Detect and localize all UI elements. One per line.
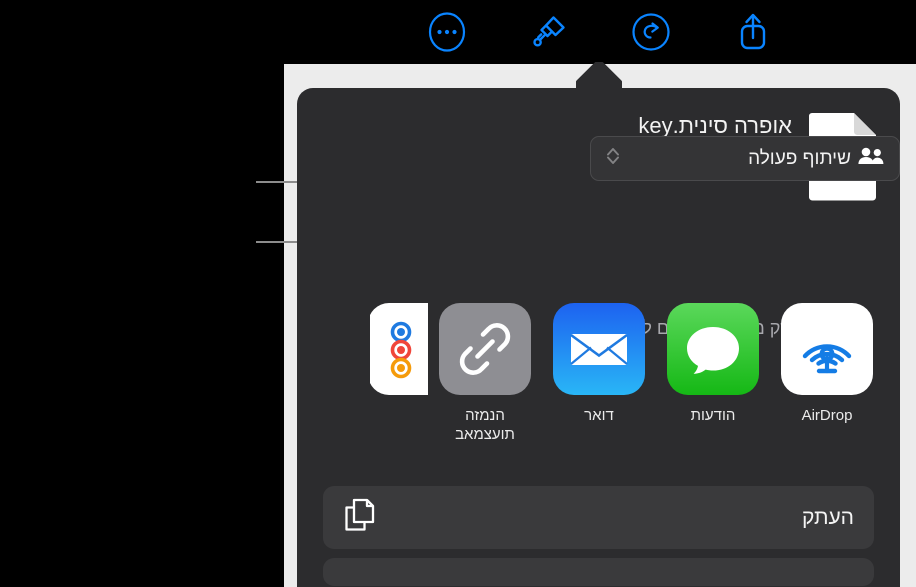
share-button[interactable] xyxy=(729,8,777,56)
collaboration-button[interactable]: שיתוף פעולה xyxy=(590,136,900,181)
ellipsis-circle-icon xyxy=(427,12,467,52)
messages-icon xyxy=(667,303,759,395)
share-target-label: AirDrop xyxy=(801,407,853,424)
next-action-row-partial[interactable] xyxy=(323,558,874,586)
share-target-copy-link[interactable]: הנמזה תועצמאב xyxy=(428,303,542,444)
mail-icon xyxy=(553,303,645,395)
share-sheet-header: אופרה סינית.key שיתוף פעולה xyxy=(297,88,900,218)
popover-pointer xyxy=(576,62,622,90)
copy-action-label: העתק xyxy=(801,505,854,529)
chevron-up-down-icon xyxy=(605,144,621,173)
paintbrush-icon xyxy=(528,11,570,53)
share-target-label-line1: הנמזה xyxy=(465,407,505,424)
share-target-messages[interactable]: הודעות xyxy=(656,303,770,425)
left-gutter xyxy=(0,0,284,587)
link-icon xyxy=(439,303,531,395)
copy-documents-icon xyxy=(343,497,377,538)
share-sheet: אופרה סינית.key שיתוף פעולה רק AirDrop ה… xyxy=(297,88,900,587)
share-target-freeform[interactable]: ה xyxy=(370,303,428,425)
copy-action-row[interactable]: העתק xyxy=(323,486,874,549)
redo-circle-icon xyxy=(631,12,671,52)
share-target-mail[interactable]: דואר xyxy=(542,303,656,425)
airdrop-icon xyxy=(781,303,873,395)
share-icon xyxy=(733,10,773,54)
format-brush-button[interactable] xyxy=(525,8,573,56)
people-icon xyxy=(857,146,885,171)
page-background-right-edge xyxy=(900,64,916,587)
share-target-label: הודעות xyxy=(690,407,736,424)
share-actions-list: העתק xyxy=(323,486,874,587)
app-toolbar xyxy=(284,0,916,64)
share-target-label-line2: תועצמאב xyxy=(455,426,515,443)
more-options-button[interactable] xyxy=(423,8,471,56)
screen: אופרה סינית.key שיתוף פעולה רק AirDrop ה… xyxy=(0,0,916,587)
freeform-icon xyxy=(370,303,428,395)
collaboration-label: שיתוף פעולה xyxy=(748,147,851,169)
share-target-airdrop[interactable]: AirDrop xyxy=(770,303,884,425)
share-target-label: דואר xyxy=(584,407,614,424)
share-targets-row: AirDrop הודעות דואר הנמזה תועצמאב xyxy=(297,303,900,473)
redo-button[interactable] xyxy=(627,8,675,56)
share-target-label: הנמזה תועצמאב xyxy=(455,406,515,444)
